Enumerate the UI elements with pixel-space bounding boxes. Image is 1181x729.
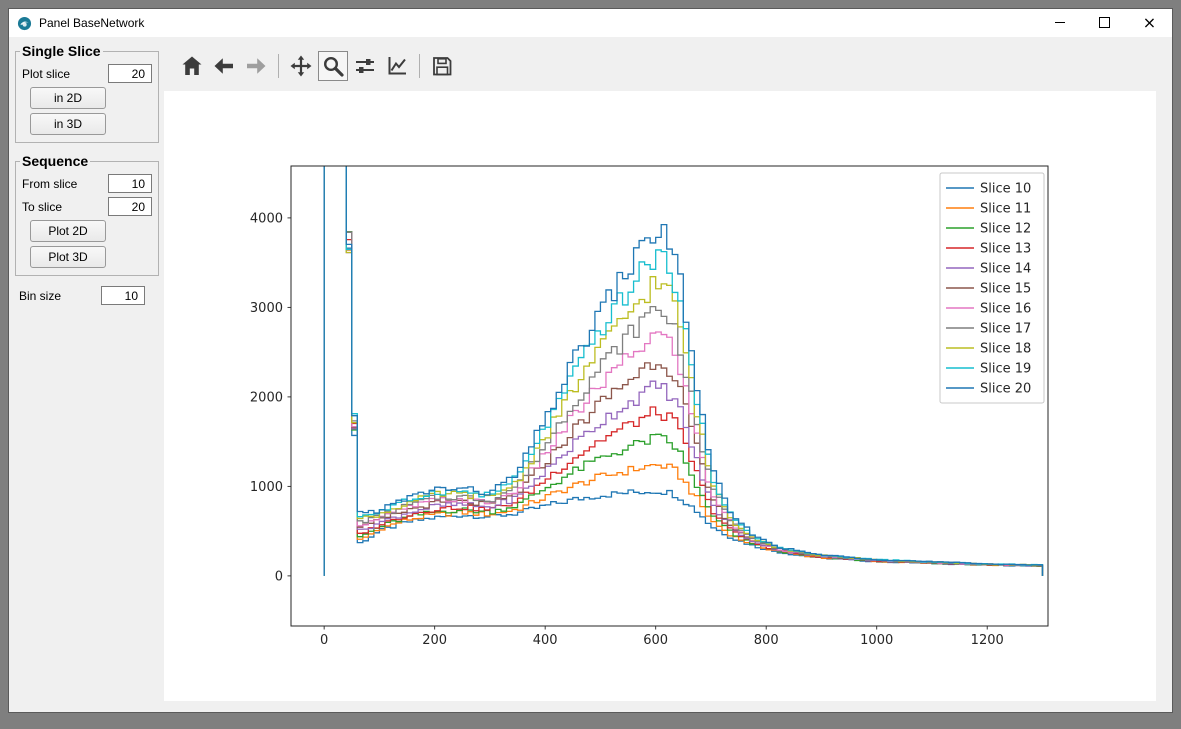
single-slice-title: Single Slice (22, 43, 101, 59)
histogram-chart[interactable]: 0 200 400 600 800 1000 1200 0 1000 2000 3000 4000 Sl… (164, 91, 1156, 701)
customize-button[interactable] (382, 51, 412, 81)
maximize-icon (1099, 17, 1110, 28)
sequence-title: Sequence (22, 153, 89, 169)
x-tick-label: 800 (754, 633, 779, 648)
legend: Slice 10 Slice 11 Slice 12 Slice 13 Slice 14… (939, 172, 1045, 404)
plot-3d-button[interactable]: Plot 3D (30, 246, 106, 268)
legend-label: Slice 11 (980, 202, 1031, 217)
bin-size-row: Bin size (19, 286, 145, 305)
minimize-button[interactable] (1037, 9, 1082, 36)
window-titlebar[interactable]: Panel BaseNetwork × (9, 9, 1172, 38)
plot-slice-label: Plot slice (22, 66, 71, 81)
save-icon (430, 54, 454, 78)
legend-label: Slice 17 (980, 322, 1031, 337)
subplots-icon (353, 54, 377, 78)
toolbar-separator (419, 54, 420, 78)
x-tick-label: 1200 (971, 633, 1004, 648)
to-slice-row: To slice (22, 197, 152, 216)
home-button[interactable] (177, 51, 207, 81)
sequence-group: Sequence From slice To slice Plot 2D Plo… (15, 153, 159, 276)
legend-label: Slice 19 (980, 362, 1031, 377)
back-icon (212, 54, 236, 78)
x-tick-label: 0 (320, 633, 328, 648)
save-button[interactable] (427, 51, 457, 81)
legend-label: Slice 18 (980, 342, 1031, 357)
legend-label: Slice 13 (980, 242, 1031, 257)
app-icon (17, 16, 32, 31)
sidebar: Single Slice Plot slice in 2D in 3D Sequ… (9, 37, 161, 712)
window-controls: × (1037, 9, 1172, 37)
legend-label: Slice 12 (980, 222, 1031, 237)
close-icon: × (1142, 12, 1157, 32)
y-tick-label: 2000 (250, 390, 283, 405)
app-window: Panel BaseNetwork × Single Slice Plot sl… (8, 8, 1173, 713)
toolbar-separator (278, 54, 279, 78)
legend-label: Slice 15 (980, 282, 1031, 297)
plot-2d-button[interactable]: Plot 2D (30, 220, 106, 242)
plot-toolbar (177, 50, 457, 82)
plot-canvas[interactable]: 0 200 400 600 800 1000 1200 0 1000 2000 3000 4000 Sl… (164, 91, 1156, 701)
in-3d-button[interactable]: in 3D (30, 113, 106, 135)
close-button[interactable]: × (1127, 9, 1172, 36)
from-slice-input[interactable] (108, 174, 152, 193)
maximize-button[interactable] (1082, 9, 1127, 36)
pan-icon (289, 54, 313, 78)
x-tick-label: 1000 (860, 633, 893, 648)
zoom-icon (321, 54, 345, 78)
window-title: Panel BaseNetwork (39, 16, 145, 30)
plot-slice-row: Plot slice (22, 64, 152, 83)
minimize-icon (1054, 22, 1065, 23)
zoom-button[interactable] (318, 51, 348, 81)
y-tick-label: 1000 (250, 480, 283, 495)
customize-icon (385, 54, 409, 78)
to-slice-input[interactable] (108, 197, 152, 216)
pan-button[interactable] (286, 51, 316, 81)
from-slice-label: From slice (22, 176, 78, 191)
plot-slice-input[interactable] (108, 64, 152, 83)
legend-label: Slice 20 (980, 382, 1031, 397)
to-slice-label: To slice (22, 199, 63, 214)
from-slice-row: From slice (22, 174, 152, 193)
in-2d-button[interactable]: in 2D (30, 87, 106, 109)
subplots-button[interactable] (350, 51, 380, 81)
single-slice-group: Single Slice Plot slice in 2D in 3D (15, 43, 159, 143)
plot-panel: 0 200 400 600 800 1000 1200 0 1000 2000 3000 4000 Sl… (161, 37, 1172, 712)
forward-button[interactable] (241, 51, 271, 81)
plot-area[interactable] (291, 166, 1048, 626)
legend-label: Slice 10 (980, 182, 1031, 197)
legend-label: Slice 16 (980, 302, 1031, 317)
bin-size-input[interactable] (101, 286, 145, 305)
x-tick-label: 200 (422, 633, 447, 648)
bin-size-label: Bin size (19, 288, 62, 303)
y-tick-label: 0 (275, 569, 283, 584)
y-tick-label: 3000 (250, 301, 283, 316)
forward-icon (244, 54, 268, 78)
home-icon (180, 54, 204, 78)
legend-label: Slice 14 (980, 262, 1031, 277)
back-button[interactable] (209, 51, 239, 81)
window-content: Single Slice Plot slice in 2D in 3D Sequ… (9, 37, 1172, 712)
y-tick-label: 4000 (250, 211, 283, 226)
x-tick-label: 400 (533, 633, 558, 648)
x-tick-label: 600 (643, 633, 668, 648)
